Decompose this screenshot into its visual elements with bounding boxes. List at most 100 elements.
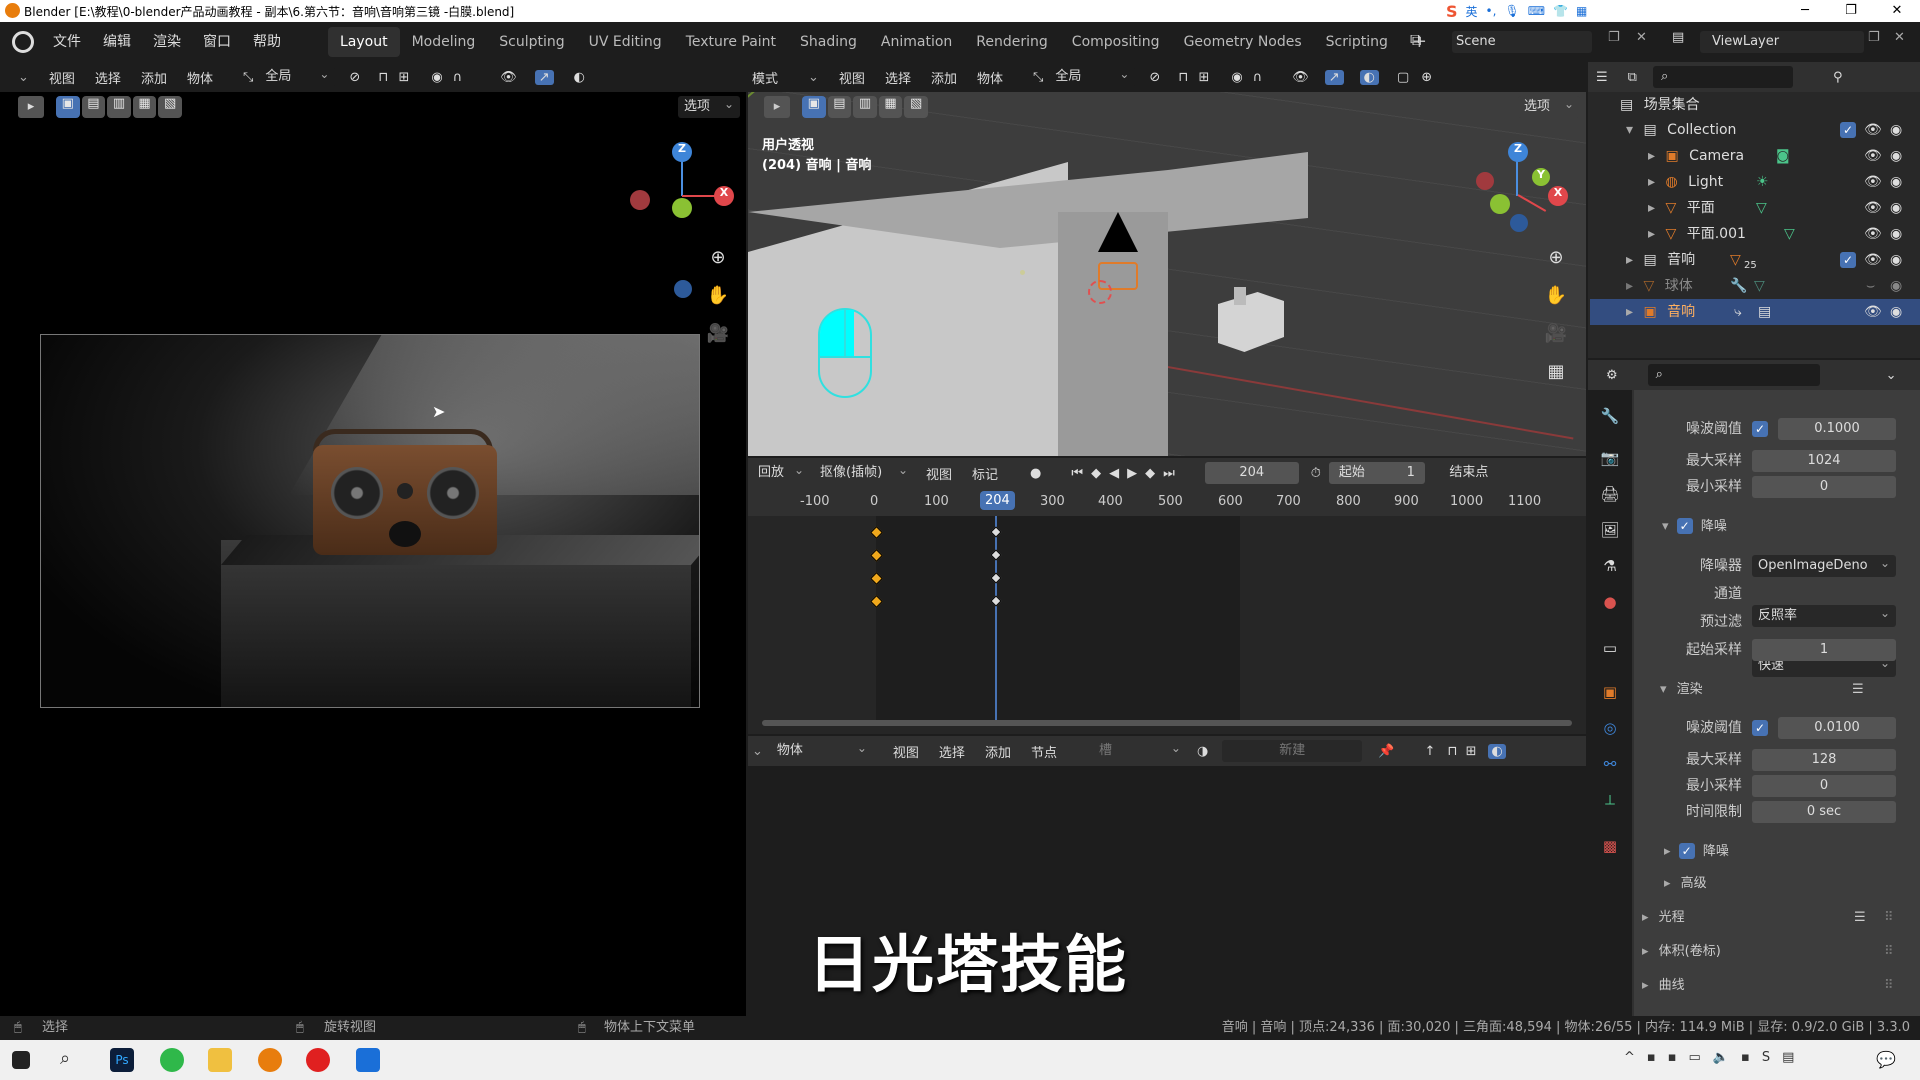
properties-type-icon[interactable]: ⚙ [1606,368,1618,383]
pivot-icon[interactable]: ⊘ [349,70,360,85]
mesh-data-icon[interactable]: ▽ [1754,273,1765,299]
tray-volume-icon[interactable]: 🔈 [1713,1050,1729,1065]
data-tab-icon[interactable]: ⟂ [1596,786,1624,814]
snap-icon[interactable]: ⊓ [378,70,388,85]
menu-select[interactable]: 选择 [939,742,965,761]
tray-app-icon[interactable]: ▪ [1668,1050,1677,1065]
start-frame-field[interactable]: 起始 1 [1328,462,1425,484]
end-frame-field[interactable]: 结束点 [1430,462,1507,484]
select-tool-icon[interactable]: ▸ [18,96,44,118]
playback-dropdown[interactable]: 回放 [752,459,810,484]
advanced-subpanel[interactable]: ▸ 高级 [1664,871,1707,897]
collapse-arrow-icon[interactable]: ▾ [1660,682,1667,697]
select-subtract-icon[interactable]: ▥ [853,96,877,118]
notification-center-icon[interactable]: 💬 [1876,1050,1896,1069]
filter-icon[interactable]: ⚲ [1833,70,1843,85]
eye-icon[interactable]: 👁 [1864,247,1882,273]
new-material-button[interactable]: 新建 [1222,740,1363,762]
properties-options-icon[interactable]: ⌄ [1886,368,1897,383]
camera-render-icon[interactable]: ◉ [1890,299,1902,325]
menu-add[interactable]: 添加 [931,68,957,87]
collection-instance-icon[interactable]: ▤ [1758,299,1771,325]
display-mode-icon[interactable]: ⧉ [1628,70,1637,85]
tray-expand-icon[interactable]: ^ [1624,1050,1635,1065]
tab-texture-paint[interactable]: Texture Paint [674,27,788,57]
play-icon[interactable]: ▶ [1127,466,1137,481]
menu-view[interactable]: 视图 [49,68,75,87]
outliner-root[interactable]: ▤ 场景集合 [1590,92,1920,118]
blender-menu-icon[interactable] [12,31,34,53]
current-frame-field[interactable]: 204 [1204,462,1299,484]
pan-hand-icon[interactable]: ✋ [704,282,732,310]
keyboard-icon[interactable]: ⌨ [1528,4,1545,18]
playhead-line[interactable] [995,516,997,720]
menu-select[interactable]: 选择 [95,68,121,87]
object-tab-icon[interactable]: ▣ [1596,678,1624,706]
prev-keyframe-icon[interactable]: ◆ [1091,466,1101,481]
proportional-icon[interactable]: ◉ [431,70,442,85]
snap-increment-icon[interactable]: ⊞ [398,70,409,85]
options-dropdown[interactable]: 选项 [1518,93,1580,118]
pin-icon[interactable]: 📌 [1378,744,1394,759]
gizmo-toggle-icon[interactable]: ↗ [534,69,554,85]
photoshop-icon[interactable]: Ps [110,1048,134,1072]
denoise-passes-dropdown[interactable]: 反照率 [1752,602,1896,627]
expand-arrow-icon[interactable]: ▸ [1642,944,1649,959]
eye-icon[interactable]: 👁 [1864,117,1882,143]
menu-window[interactable]: 窗口 [192,22,242,62]
menu-add[interactable]: 添加 [141,68,167,87]
tab-layout[interactable]: Layout [328,27,400,57]
tab-scripting[interactable]: Scripting [1314,27,1400,57]
snap-grid-icon[interactable]: ⊞ [1466,744,1477,759]
exclude-checkbox[interactable]: ✓ [1840,122,1856,138]
outliner-search-icon[interactable]: ⌕ [1652,66,1793,88]
gizmo-neg-x-icon[interactable] [630,190,650,210]
render-max-samples-field[interactable]: 128 [1752,749,1896,771]
view-layer-tab-icon[interactable]: 🖼 [1596,516,1624,544]
expand-arrow-icon[interactable]: ▸ [1664,844,1671,859]
maximize-button[interactable]: ❐ [1828,0,1874,22]
current-frame-indicator[interactable]: 204 [980,491,1015,510]
view-layer-remove-icon[interactable]: ✕ [1894,30,1918,54]
falloff-icon[interactable]: ∩ [1253,70,1263,85]
outliner-row-camera[interactable]: ▸ ▣ Camera ◙ 👁 ◉ [1590,143,1920,169]
windows-start-icon[interactable] [12,1051,30,1069]
world-tab-icon[interactable]: ● [1596,588,1624,616]
visibility-icon[interactable]: 👁 [500,70,517,85]
render-denoise-subpanel[interactable]: ▸ ✓ 降噪 [1664,839,1729,865]
jump-end-icon[interactable]: ⏭ [1163,466,1175,481]
menu-view[interactable]: 视图 [893,742,919,761]
file-explorer-icon[interactable] [208,1048,232,1072]
output-tab-icon[interactable]: 🖨 [1596,480,1624,508]
zoom-icon[interactable]: ⊕ [704,244,732,272]
camera-render-icon[interactable]: ◉ [1890,247,1902,273]
constraint-icon[interactable]: ⤷ [1734,299,1742,325]
3d-viewport[interactable]: 模式 ⌄ 视图 选择 添加 物体 ⤡ 全局 ⊘ ⊓ ⊞ ◉ ∩ 👁 ↗ ◐ ▢ … [748,62,1586,456]
transform-orientation-dropdown[interactable]: 全局 [259,63,336,88]
outliner-row-speaker-object[interactable]: ▸ ▣ 音响 ⤷ ▤ 👁 ◉ [1590,299,1920,325]
select-invert-icon[interactable]: ▦ [132,96,157,118]
timeline-ruler[interactable]: -100 0 100 204 300 400 500 600 700 800 9… [748,488,1586,516]
visibility-icon[interactable]: 👁 [1292,70,1309,85]
menu-marker[interactable]: 标记 [972,464,998,483]
constraints-tab-icon[interactable]: ⚯ [1596,750,1624,778]
outliner-row-speaker-collection[interactable]: ▸ ▤ 音响 ▽ 25 ✓ 👁 ◉ [1590,247,1920,273]
drag-handle-icon[interactable]: ⠿ [1884,939,1894,965]
recorder-icon[interactable] [306,1048,330,1072]
tab-sculpting[interactable]: Sculpting [487,27,576,57]
view-layer-icon[interactable]: ▤ [1672,30,1696,54]
ime-toolbar[interactable]: S 英 •, 🎙 ⌨ 👕 ▦ [1446,2,1626,21]
tab-uv-editing[interactable]: UV Editing [577,27,674,57]
curves-panel[interactable]: ▸ 曲线 ⠿ [1642,973,1912,999]
camera-render-icon[interactable]: ◉ [1890,273,1902,299]
shading-icon[interactable]: ⊕ [1421,70,1432,85]
tab-modeling[interactable]: Modeling [400,27,488,57]
camera-toggle-icon[interactable]: 🎥 [1542,320,1570,348]
record-icon[interactable]: ● [1030,466,1041,481]
expand-arrow-icon[interactable]: ▸ [1648,200,1655,216]
gizmo-y-icon[interactable] [672,198,692,218]
menu-help[interactable]: 帮助 [242,22,292,62]
gizmo-x-icon[interactable]: X [714,186,734,206]
eye-icon[interactable]: 👁 [1864,299,1882,325]
expand-arrow-icon[interactable]: ▸ [1626,252,1633,268]
